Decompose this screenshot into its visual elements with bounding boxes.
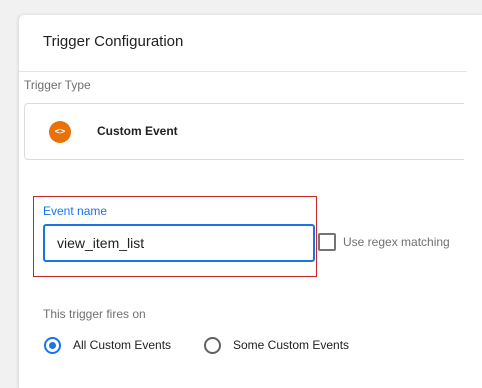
- event-name-label: Event name: [43, 204, 108, 218]
- trigger-type-card[interactable]: <> Custom Event: [24, 103, 464, 160]
- radio-label-all-custom-events: All Custom Events: [73, 338, 172, 352]
- trigger-type-name: Custom Event: [97, 124, 178, 138]
- code-brackets-icon: <>: [49, 121, 71, 143]
- panel-title: Trigger Configuration: [43, 33, 184, 50]
- event-name-input[interactable]: [43, 224, 315, 262]
- radio-button-selected[interactable]: [44, 336, 61, 354]
- fires-on-label: This trigger fires on: [43, 307, 146, 321]
- title-divider: [19, 71, 467, 72]
- radio-option-all-custom-events[interactable]: All Custom Events: [44, 334, 171, 356]
- radio-label-some-custom-events: Some Custom Events: [233, 338, 350, 352]
- radio-option-some-custom-events[interactable]: Some Custom Events: [204, 334, 349, 356]
- regex-matching-option[interactable]: Use regex matching: [318, 233, 450, 251]
- regex-label: Use regex matching: [343, 235, 450, 249]
- regex-checkbox[interactable]: [318, 233, 336, 251]
- trigger-type-label: Trigger Type: [24, 78, 91, 92]
- radio-button-unselected[interactable]: [204, 336, 221, 354]
